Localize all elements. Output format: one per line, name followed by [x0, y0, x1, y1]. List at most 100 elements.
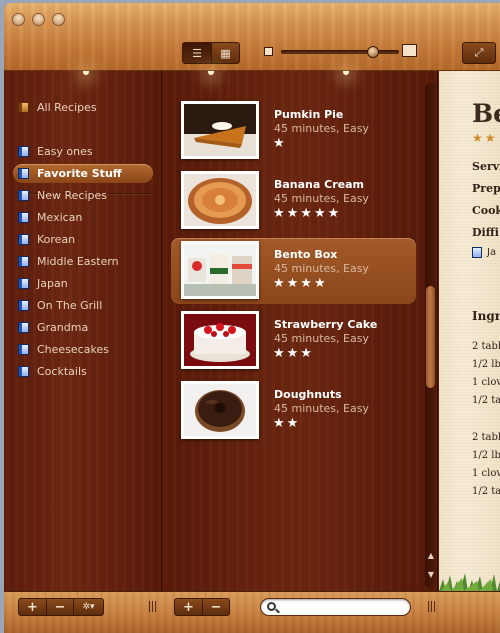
remove-collection-button[interactable]: − [46, 599, 73, 615]
ingredients-heading: Ingre [472, 309, 500, 323]
gear-icon: ✲▾ [82, 602, 95, 612]
recipe-item-strawberry-cake[interactable]: Strawberry Cake 45 minutes, Easy ★★★ [171, 308, 416, 374]
collection-icon [18, 344, 29, 355]
zoom-window-button[interactable] [52, 13, 65, 26]
ingredient-line: 1/2 tal [472, 395, 500, 406]
search-input[interactable] [281, 600, 405, 614]
close-window-button[interactable] [12, 13, 25, 26]
recipe-name: Pumkin Pie [274, 108, 344, 121]
recipe-item-pumkin-pie[interactable]: Pumkin Pie 45 minutes, Easy ★ [171, 98, 416, 164]
search-field[interactable] [260, 598, 411, 616]
sidebar-item-label: Japan [37, 277, 68, 290]
fullscreen-icon: ⤢ [474, 46, 484, 59]
recipe-item-banana-cream[interactable]: Banana Cream 45 minutes, Easy ★★★★★ [171, 168, 416, 234]
collection-icon [472, 247, 482, 258]
sidebar-resize-grip[interactable] [149, 601, 156, 612]
sidebar-item-japan[interactable]: Japan [13, 274, 153, 293]
add-recipe-button[interactable]: + [175, 599, 202, 615]
prep-time-label: Prep [472, 182, 500, 195]
gear-menu-button[interactable]: ✲▾ [73, 599, 103, 615]
recipe-rating-stars: ★★★★★ [273, 206, 342, 221]
recipe-detail-pane: Be ★★ Servi Prep Cook Diffi Ja Ingre 2 t… [439, 71, 500, 591]
remove-recipe-button[interactable]: − [202, 599, 229, 615]
collection-icon [18, 278, 29, 289]
slider-knob[interactable] [367, 46, 380, 58]
recipe-item-bento-box[interactable]: Bento Box 45 minutes, Easy ★★★★ [171, 238, 416, 304]
cook-time-label: Cook [472, 204, 500, 217]
sidebar-item-label: Cheesecakes [37, 343, 109, 356]
recipe-thumbnail [181, 381, 259, 439]
sidebar-item-grandma[interactable]: Grandma [13, 318, 153, 337]
collection-link[interactable]: Ja [472, 247, 496, 258]
recipe-name: Bento Box [274, 248, 338, 261]
minus-icon: − [210, 599, 222, 615]
sidebar-item-label: Korean [37, 233, 76, 246]
minimize-window-button[interactable] [32, 13, 45, 26]
recipe-thumbnail [181, 241, 259, 299]
sidebar-item-label: Mexican [37, 211, 83, 224]
sidebar-item-middle-eastern[interactable]: Middle Eastern [13, 252, 153, 271]
collection-icon [18, 322, 29, 333]
ingredient-line: 1/2 lb. [472, 359, 500, 370]
app-window: ☰ ▦ ⤢ All Recipes Easy ones Favorite Stuf… [4, 3, 500, 633]
recipe-rating-stars: ★★★★ [273, 276, 328, 291]
sidebar-item-new-recipes[interactable]: New Recipes [13, 186, 153, 205]
collection-icon [18, 234, 29, 245]
recipe-item-doughnuts[interactable]: Doughnuts 45 minutes, Easy ★★ [171, 378, 416, 444]
toolbar: ☰ ▦ ⤢ [4, 3, 500, 71]
grid-view-icon: ▦ [220, 46, 231, 60]
sidebar: All Recipes Easy ones Favorite Stuff New R… [4, 71, 162, 591]
recipe-meta: 45 minutes, Easy [274, 122, 369, 135]
scroll-down-arrow-icon[interactable]: ▼ [426, 570, 436, 580]
scrollbar-thumb[interactable] [426, 286, 435, 388]
sidebar-item-mexican[interactable]: Mexican [13, 208, 153, 227]
sidebar-item-label: New Recipes [37, 189, 107, 202]
recipe-meta: 45 minutes, Easy [274, 262, 369, 275]
smart-folder-icon [18, 190, 29, 201]
collection-icon [18, 256, 29, 267]
recipe-list: Pumkin Pie 45 minutes, Easy ★ Banana Cream 4… [162, 71, 438, 591]
recipe-name: Banana Cream [274, 178, 364, 191]
scroll-up-arrow-icon[interactable]: ▲ [426, 551, 436, 561]
recipe-name: Strawberry Cake [274, 318, 378, 331]
recipe-thumbnail [181, 311, 259, 369]
sidebar-item-label: Middle Eastern [37, 255, 119, 268]
minus-icon: − [54, 599, 66, 615]
sidebar-item-cheesecakes[interactable]: Cheesecakes [13, 340, 153, 359]
recipe-list-scrollbar[interactable] [425, 83, 436, 588]
list-view-icon: ☰ [192, 46, 202, 60]
sidebar-item-label: Cocktails [37, 365, 87, 378]
sidebar-item-all-recipes[interactable]: All Recipes [13, 98, 153, 117]
bottom-bar: + − ✲▾ + − [4, 591, 500, 633]
recipe-book-icon [18, 102, 29, 113]
recipe-name: Doughnuts [274, 388, 342, 401]
recipe-meta: 45 minutes, Easy [274, 402, 369, 415]
sidebar-item-label: Favorite Stuff [37, 167, 122, 180]
ingredient-line: 1/2 lb. [472, 450, 500, 461]
list-resize-grip[interactable] [428, 601, 435, 612]
plus-icon: + [27, 599, 38, 615]
ingredient-line: 1 clove [472, 468, 500, 479]
sidebar-item-label: Easy ones [37, 145, 93, 158]
recipe-rating-stars: ★ [273, 136, 287, 151]
sidebar-item-cocktails[interactable]: Cocktails [13, 362, 153, 381]
plus-icon: + [183, 599, 194, 615]
recipe-title: Be [472, 99, 500, 128]
list-view-button[interactable]: ☰ [183, 43, 211, 63]
smart-folder-icon [18, 146, 29, 157]
sidebar-actions: + − ✲▾ [18, 598, 104, 616]
small-thumbnail-icon [264, 47, 273, 56]
sidebar-item-korean[interactable]: Korean [13, 230, 153, 249]
sidebar-item-on-the-grill[interactable]: On The Grill [13, 296, 153, 315]
thumbnail-size-slider[interactable] [281, 46, 399, 58]
search-icon [267, 602, 276, 611]
fullscreen-button[interactable]: ⤢ [462, 42, 496, 64]
sidebar-item-favorite-stuff[interactable]: Favorite Stuff [13, 164, 153, 183]
recipe-meta: 45 minutes, Easy [274, 332, 369, 345]
grid-view-button[interactable]: ▦ [211, 43, 239, 63]
add-collection-button[interactable]: + [19, 599, 46, 615]
sidebar-item-label: Grandma [37, 321, 89, 334]
sidebar-item-easy-ones[interactable]: Easy ones [13, 142, 153, 161]
collection-icon [18, 366, 29, 377]
recipe-actions: + − [174, 598, 230, 616]
